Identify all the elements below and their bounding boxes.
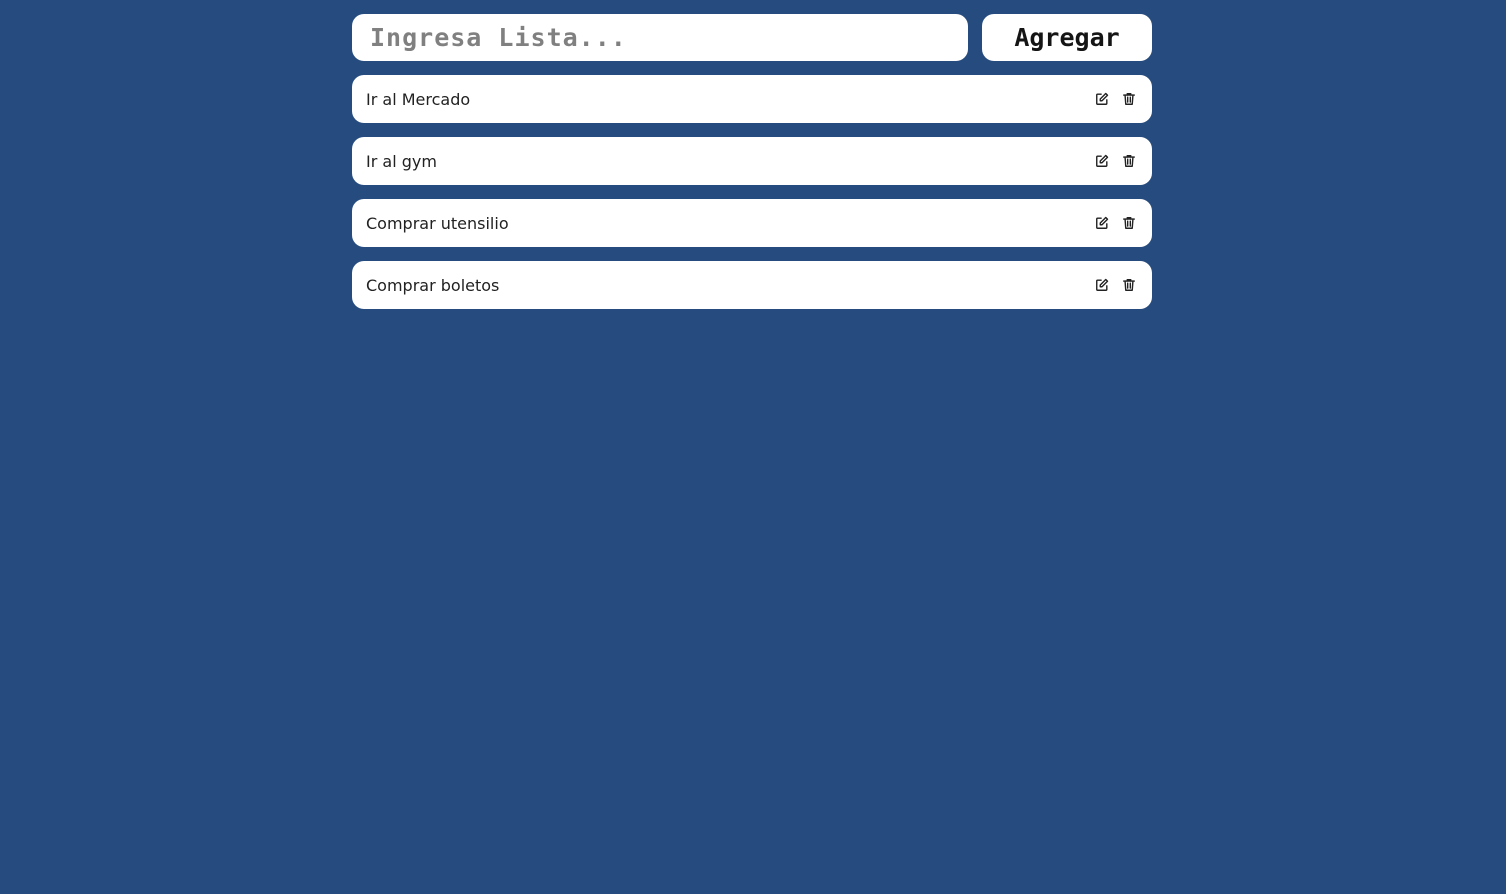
trash-icon <box>1122 92 1136 106</box>
trash-icon <box>1122 154 1136 168</box>
task-input[interactable] <box>352 14 968 61</box>
task-text: Ir al Mercado <box>366 89 471 109</box>
delete-button[interactable] <box>1120 152 1138 170</box>
add-task-form: Agregar <box>352 14 1152 61</box>
task-item: Ir al Mercado <box>352 75 1152 123</box>
delete-button[interactable] <box>1120 276 1138 294</box>
delete-button[interactable] <box>1120 214 1138 232</box>
task-item: Comprar boletos <box>352 261 1152 309</box>
edit-icon <box>1095 154 1109 168</box>
task-list: Ir al Mercado Ir al gym Comprar utensili… <box>352 75 1152 309</box>
edit-button[interactable] <box>1093 276 1111 294</box>
add-button[interactable]: Agregar <box>982 14 1152 61</box>
todo-app: Agregar Ir al Mercado <box>352 14 1152 323</box>
task-item: Comprar utensilio <box>352 199 1152 247</box>
edit-icon <box>1095 216 1109 230</box>
trash-icon <box>1122 216 1136 230</box>
task-item: Ir al gym <box>352 137 1152 185</box>
delete-button[interactable] <box>1120 90 1138 108</box>
task-text: Ir al gym <box>366 151 437 171</box>
task-actions <box>1093 90 1138 108</box>
task-actions <box>1093 152 1138 170</box>
task-actions <box>1093 214 1138 232</box>
edit-button[interactable] <box>1093 152 1111 170</box>
task-text: Comprar utensilio <box>366 213 509 233</box>
edit-button[interactable] <box>1093 90 1111 108</box>
edit-icon <box>1095 92 1109 106</box>
trash-icon <box>1122 278 1136 292</box>
task-text: Comprar boletos <box>366 275 500 295</box>
edit-button[interactable] <box>1093 214 1111 232</box>
edit-icon <box>1095 278 1109 292</box>
task-actions <box>1093 276 1138 294</box>
